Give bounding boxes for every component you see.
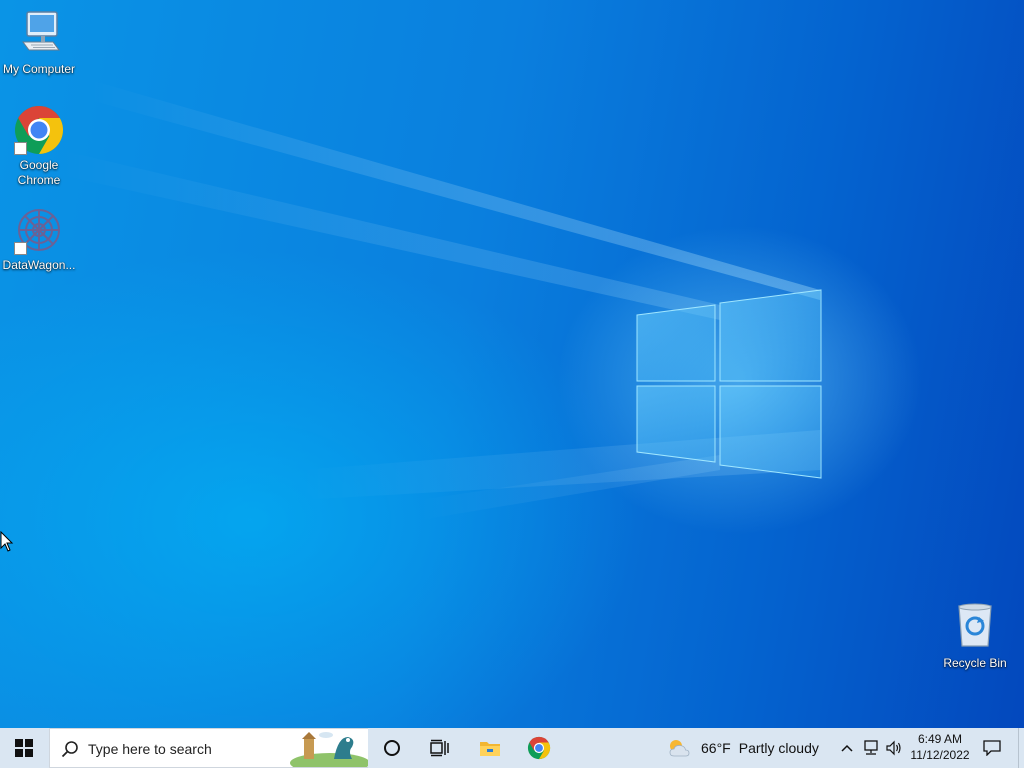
monitor-icon [13,8,65,60]
show-desktop-button[interactable] [1018,728,1024,768]
clock-date: 11/12/2022 [910,748,970,762]
network-icon [864,740,878,755]
folder-icon [480,742,500,756]
desktop-icon-datawagon[interactable]: DataWagon... [0,204,78,273]
volume-button[interactable] [884,728,904,768]
weather-temperature: 66°F [701,740,731,756]
shortcut-arrow-icon [14,242,27,255]
taskbar-search-box[interactable]: Type here to search [49,728,368,768]
chevron-up-icon [841,744,853,752]
chrome-icon [527,736,551,760]
desktop-icon-label: DataWagon... [2,258,76,272]
search-placeholder: Type here to search [88,741,212,757]
desktop-icon-google-chrome[interactable]: Google Chrome [0,104,78,188]
cortana-button[interactable] [370,728,414,768]
desktop[interactable]: My Computer Google Chrome DataWagon... R… [0,0,1024,728]
desktop-icon-label: Google Chrome [17,158,61,187]
desktop-icon-my-computer[interactable]: My Computer [0,8,78,77]
search-highlight-illustration [290,729,368,767]
windows-logo-icon [15,739,33,757]
network-button[interactable] [860,728,882,768]
action-center-button[interactable] [978,728,1006,768]
taskbar: Type here to search 66°F Partly cloudy 6… [0,728,1024,768]
desktop-icon-label: Recycle Bin [943,656,1007,670]
speaker-icon [886,740,901,756]
start-button[interactable] [0,728,48,768]
clock-time: 6:49 AM [917,732,963,746]
file-explorer-button[interactable] [467,728,513,768]
shortcut-arrow-icon [14,142,27,155]
cortana-circle-icon [384,740,400,756]
clock[interactable]: 6:49 AM 11/12/2022 [905,731,975,763]
search-icon [61,741,78,758]
show-hidden-icons-button[interactable] [838,728,856,768]
weather-widget[interactable]: 66°F Partly cloudy [666,728,826,768]
weather-condition: Partly cloudy [738,740,819,756]
recycle-bin-icon [949,602,1001,654]
notification-icon [983,740,1001,756]
chrome-taskbar-button[interactable] [516,728,562,768]
desktop-icon-recycle-bin[interactable]: Recycle Bin [936,602,1014,671]
wallpaper-windows-logo [60,80,822,520]
datawagon-icon [13,204,65,256]
task-view-icon [430,739,449,757]
desktop-icon-label: My Computer [2,62,76,76]
mouse-cursor-icon [0,531,14,552]
task-view-button[interactable] [418,728,462,768]
partly-cloudy-icon [669,740,690,757]
chrome-icon [13,104,65,156]
